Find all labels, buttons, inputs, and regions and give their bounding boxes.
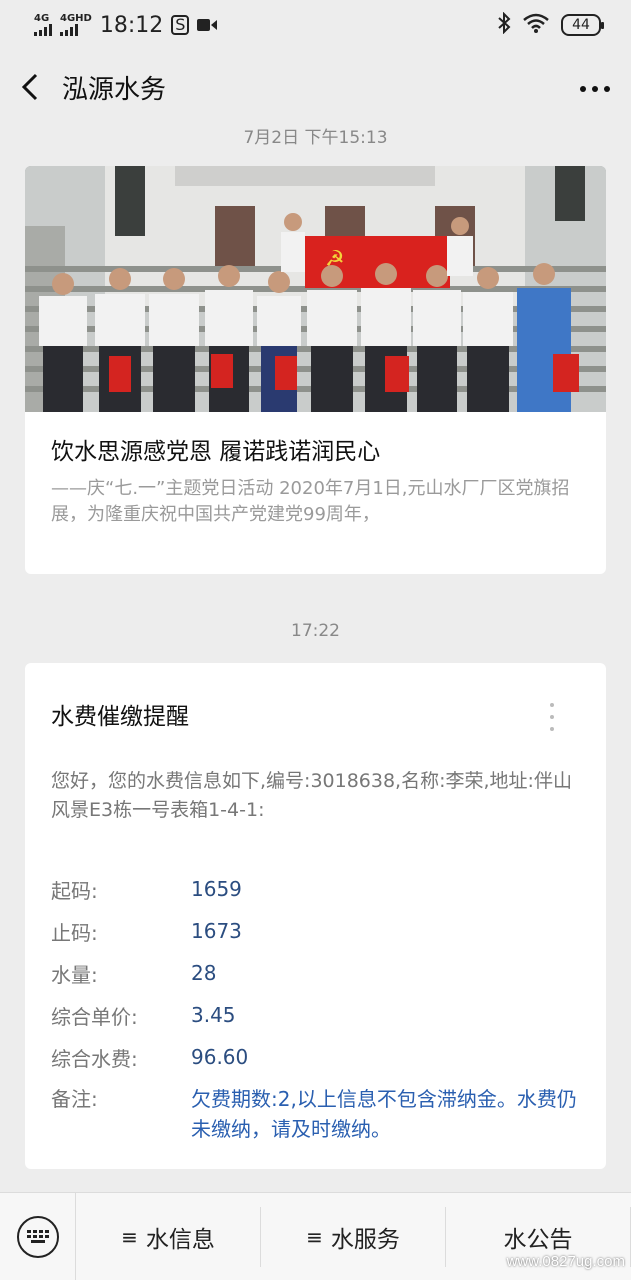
row-label: 水量: (51, 962, 98, 987)
bill-row-unit-price: 综合单价: 3.45 (51, 994, 586, 1036)
battery-level: 44 (572, 17, 590, 33)
keyboard-icon (16, 1215, 59, 1258)
article-description: ——庆“七.一”主题党日活动 2020年7月1日,元山水厂厂区党旗招展，为隆重庆… (51, 478, 570, 525)
article-card[interactable]: ☭ 饮水思源感党恩 履诺践诺润民心 ——庆“七.一”主题党日活动 2020年7月… (25, 166, 606, 574)
message-timestamp: 17:22 (291, 621, 340, 641)
row-value: 28 (191, 961, 217, 985)
remark-value: 欠费期数:2,以上信息不包含滞纳金。水费仍未缴纳，请及时缴纳。 (191, 1087, 577, 1141)
bill-row-water-volume: 水量: 28 (51, 952, 586, 994)
chevron-left-icon (21, 73, 38, 101)
article-cover-image: ☭ (25, 166, 606, 412)
more-dots-icon (580, 85, 610, 92)
bill-row-start-reading: 起码: 1659 (51, 868, 586, 910)
bill-row-end-reading: 止码: 1673 (51, 910, 586, 952)
bill-detail-list: 起码: 1659 止码: 1673 水量: 28 综合单价: 3.45 综合水费… (51, 868, 586, 1144)
menu-label: 水服务 (330, 1226, 400, 1253)
bill-row-total-fee: 综合水费: 96.60 (51, 1036, 586, 1078)
app-notification-icon: S (171, 15, 190, 35)
network-type-2: 4GHD (60, 13, 92, 24)
row-value: 3.45 (191, 1003, 236, 1027)
bottom-menu-bar: ≡ 水信息 ≡ 水服务 水公告 www.0827ug.com (0, 1192, 631, 1280)
menu-list-icon: ≡ (121, 1224, 138, 1249)
bill-row-remark: 备注: 欠费期数:2,以上信息不包含滞纳金。水费仍未缴纳，请及时缴纳。 (51, 1078, 586, 1144)
status-right: 44 (497, 11, 604, 39)
bill-intro: 您好，您的水费信息如下,编号:3018638,名称:李荣,地址:伴山风景E3栋一… (51, 770, 572, 821)
row-label: 备注: (51, 1087, 98, 1111)
card-menu-icon[interactable] (550, 703, 556, 731)
menu-water-info[interactable]: ≡ 水信息 (76, 1206, 261, 1267)
video-icon (197, 13, 218, 37)
menu-label: 水公告 (503, 1226, 573, 1253)
keyboard-toggle-button[interactable] (0, 1192, 76, 1280)
back-button[interactable] (20, 67, 50, 107)
nav-bar: 泓源水务 (0, 50, 631, 124)
bill-card-title: 水费催缴提醒 (51, 704, 189, 730)
row-value: 1673 (191, 919, 242, 943)
menu-label: 水信息 (145, 1226, 215, 1253)
more-options-button[interactable] (579, 72, 611, 103)
status-left: 4G 4GHD 18:12 S (34, 12, 218, 38)
clock: 18:12 (99, 12, 164, 38)
menu-water-service[interactable]: ≡ 水服务 (261, 1206, 446, 1267)
signal-4ghd-icon: 4GHD (60, 14, 92, 36)
watermark: www.0827ug.com (506, 1253, 625, 1270)
bluetooth-icon (497, 11, 511, 39)
row-label: 综合水费: (51, 1046, 138, 1071)
signal-4g-icon: 4G (34, 14, 52, 36)
row-value: 96.60 (191, 1045, 249, 1069)
row-label: 起码: (51, 878, 98, 903)
page-title: 泓源水务 (62, 74, 167, 105)
bill-reminder-card[interactable]: 水费催缴提醒 您好，您的水费信息如下,编号:3018638,名称:李荣,地址:伴… (25, 663, 606, 1169)
row-label: 综合单价: (51, 1004, 138, 1029)
menu-list-icon: ≡ (306, 1224, 323, 1249)
network-type-1: 4G (34, 13, 50, 24)
row-value: 1659 (191, 877, 242, 901)
article-title: 饮水思源感党恩 履诺践诺润民心 (51, 439, 381, 465)
battery-icon: 44 (561, 14, 604, 36)
row-label: 止码: (51, 920, 98, 945)
status-bar: 4G 4GHD 18:12 S 44 (0, 0, 631, 50)
wifi-icon (523, 13, 549, 38)
message-timestamp: 7月2日 下午15:13 (243, 128, 388, 148)
